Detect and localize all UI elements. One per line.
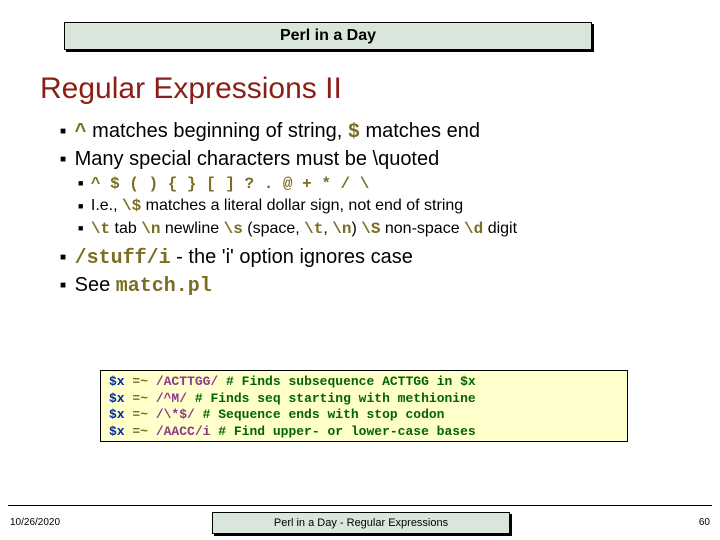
code-newline: \n: [141, 220, 160, 238]
code-comment: # Find upper- or lower-case bases: [210, 424, 475, 439]
footer-center-text: Perl in a Day - Regular Expressions: [274, 517, 448, 529]
slide-content: ■ ^ matches beginning of string, $ match…: [56, 118, 696, 300]
bullet-1: ■ ^ matches beginning of string, $ match…: [60, 118, 696, 146]
code-stuff-i: /stuff/i: [75, 247, 171, 270]
bullet-2a: ■ ^ $ ( ) { } [ ] ? . @ + * / \: [78, 173, 696, 195]
code-example-box: $x =~ /ACTTGG/ # Finds subsequence ACTTG…: [100, 370, 628, 442]
bullet-dot-icon: ■: [60, 154, 66, 165]
text: (space,: [243, 220, 304, 237]
text: matches end: [360, 120, 480, 142]
bullet-dot-icon: ■: [78, 201, 83, 211]
bullet-2c: ■ \t tab \n newline \s (space, \t, \n) \…: [78, 218, 696, 240]
text: newline: [160, 220, 223, 237]
code-digit: \d: [464, 220, 483, 238]
code-op: =~: [125, 407, 156, 422]
footer-page-number: 60: [699, 517, 710, 528]
footer-divider: [8, 505, 712, 506]
slide-title: Regular Expressions II: [40, 72, 342, 106]
bullet-4: ■ See match.pl: [60, 272, 696, 300]
code-pattern: /ACTTGG/: [156, 374, 218, 389]
code-pattern: /^M/: [156, 391, 187, 406]
text: - the 'i' option ignores case: [171, 246, 413, 268]
text: non-space: [380, 220, 464, 237]
code-space: \s: [224, 220, 243, 238]
code-escape-dollar: \$: [122, 197, 141, 215]
header-title: Perl in a Day: [280, 27, 376, 45]
header-bar: Perl in a Day: [64, 22, 592, 50]
code-match-pl: match.pl: [116, 275, 212, 298]
code-comment: # Sequence ends with stop codon: [195, 407, 445, 422]
bullet-2b: ■ I.e., \$ matches a literal dollar sign…: [78, 195, 696, 217]
code-tab: \t: [91, 220, 110, 238]
text: ,: [323, 220, 332, 237]
text: tab: [110, 220, 141, 237]
bullet-dot-icon: ■: [60, 252, 66, 263]
code-comment: # Finds subsequence ACTTGG in $x: [218, 374, 475, 389]
text: matches beginning of string,: [87, 120, 348, 142]
code-dollar: $: [348, 121, 360, 144]
bullet-dot-icon: ■: [60, 126, 66, 137]
code-var: $x: [109, 424, 125, 439]
code-var: $x: [109, 407, 125, 422]
text: matches a literal dollar sign, not end o…: [141, 197, 463, 214]
footer-center-box: Perl in a Day - Regular Expressions: [212, 512, 510, 534]
footer-date: 10/26/2020: [10, 517, 60, 528]
text: Many special characters must be \quoted: [75, 148, 440, 170]
code-comment: # Finds seq starting with methionine: [187, 391, 476, 406]
code-pattern: /\*$/: [156, 407, 195, 422]
text: digit: [483, 220, 517, 237]
code-tab2: \t: [304, 220, 323, 238]
bullet-dot-icon: ■: [60, 280, 66, 291]
code-op: =~: [125, 424, 156, 439]
bullet-dot-icon: ■: [78, 178, 83, 188]
text: I.e.,: [91, 197, 122, 214]
bullet-3: ■ /stuff/i - the 'i' option ignores case: [60, 244, 696, 272]
code-caret: ^: [75, 121, 87, 144]
code-op: =~: [125, 374, 156, 389]
code-op: =~: [125, 391, 156, 406]
code-special-chars: ^ $ ( ) { } [ ] ? . @ + * / \: [91, 175, 369, 193]
code-newline2: \n: [332, 220, 351, 238]
code-var: $x: [109, 391, 125, 406]
bullet-dot-icon: ■: [78, 223, 83, 233]
code-var: $x: [109, 374, 125, 389]
text: See: [75, 274, 116, 296]
bullet-2: ■ Many special characters must be \quote…: [60, 146, 696, 173]
code-nonspace: \S: [361, 220, 380, 238]
code-pattern: /AACC/i: [156, 424, 211, 439]
text: ): [351, 220, 361, 237]
